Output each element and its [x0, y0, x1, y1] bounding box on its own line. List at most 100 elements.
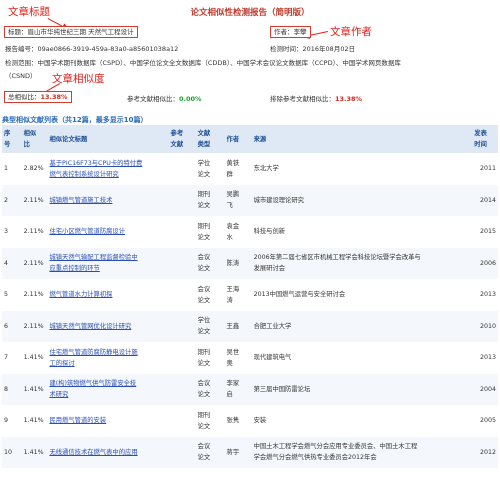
- row-year: 2011: [479, 165, 496, 173]
- row-number: 3: [4, 228, 9, 236]
- row-year: 2013: [479, 291, 496, 299]
- row-title[interactable]: 基于PIC16F73与CPU卡的特付费 燃气表控制系统设计研究: [47, 153, 168, 185]
- row-year: 2004: [479, 385, 496, 393]
- row-type: 期刊 论文: [197, 411, 211, 430]
- table-row: 6 2.11% 城镇天然气管网优化设计研究 学位 论文 王鑫 合肥工业大学 2010: [2, 310, 498, 343]
- similar-title-link[interactable]: 燃气表控制系统设计研究: [49, 171, 118, 178]
- row-title[interactable]: 建(构)筑物燃气供气防雷安全技 术研究: [47, 374, 168, 406]
- row-similarity: 2.82%: [23, 165, 44, 173]
- row-title[interactable]: 住宅燃气管道防腐防静电设计施 工的探讨: [47, 342, 168, 374]
- row-similarity: 2.11%: [23, 196, 44, 204]
- row-author: 王鑫: [226, 322, 240, 330]
- row-title[interactable]: 城镇燃气管道施工技术: [47, 185, 168, 217]
- col-title-header: 相似论文标题: [47, 125, 169, 153]
- similar-title-link[interactable]: 住宅燃气管道防腐防静电设计施: [49, 349, 137, 356]
- table-row: 5 2.11% 燃气管道水力计算初探 会议 论文 王海涛 2013中国燃气运营与安全研讨会 2…: [2, 279, 498, 311]
- row-reference: [169, 311, 196, 343]
- row-reference: [169, 216, 196, 248]
- row-author: 李家启: [226, 380, 240, 399]
- row-source: 中国土木工程学会燃气分会应用专业委员会、中国土木工程 学会燃气分会燃气供热专业委员…: [253, 443, 418, 462]
- similar-title-link[interactable]: 住宅小区燃气管道防腐设计: [49, 228, 125, 235]
- row-source: 合肥工业大学: [253, 322, 292, 330]
- row-title[interactable]: 无线通信技术在燃气表中的应用: [47, 437, 168, 469]
- row-reference: [169, 374, 196, 406]
- row-reference: [169, 437, 196, 469]
- row-source: 东北大学: [253, 165, 279, 173]
- row-source: 科技与创新: [253, 228, 286, 236]
- similar-list-title: 典型相似文献列表（共12篇，最多显示10篇）: [2, 116, 148, 124]
- row-similarity: 2.11%: [23, 291, 44, 299]
- row-year: 2014: [479, 196, 496, 204]
- row-source: 现代建筑电气: [253, 354, 292, 362]
- row-title[interactable]: 城镇天然气输配工程监督检验中 应重点控制的环节: [47, 248, 168, 280]
- similarity-report: 论文相似性检测报告（简明版） 文章标题 文章作者 文章相似度 标题：眉山市华纯世…: [0, 0, 500, 485]
- check-scope-line1: 检测范围：中国学术期刊数据库（CSPD）、中国学位论文全文数据库（CDDB）、中…: [5, 59, 401, 67]
- row-number: 7: [4, 354, 9, 362]
- row-year: 2006: [479, 259, 496, 267]
- row-source: 城市建设理论研究: [253, 196, 304, 204]
- similar-title-link[interactable]: 民用燃气管道的安装: [49, 417, 106, 424]
- row-number: 1: [4, 165, 9, 173]
- similar-title-link[interactable]: 城镇燃气管道施工技术: [49, 197, 112, 204]
- row-type: 会议 论文: [197, 254, 211, 273]
- row-author: 陈涛: [226, 259, 240, 267]
- row-title[interactable]: 民用燃气管道的安装: [47, 405, 168, 437]
- row-type: 学位 论文: [197, 159, 211, 178]
- row-number: 2: [4, 196, 9, 204]
- row-type: 期刊 论文: [197, 191, 211, 210]
- row-similarity: 1.41%: [23, 448, 44, 456]
- row-year: 2013: [479, 354, 496, 362]
- row-similarity: 1.41%: [23, 385, 44, 393]
- row-source: 2013中国燃气运营与安全研讨会: [253, 291, 346, 299]
- row-author: 吴鹏飞: [226, 191, 240, 210]
- table-row: 9 1.41% 民用燃气管道的安装 期刊 论文 张隽 安装 2005: [2, 405, 498, 437]
- row-number: 10: [4, 448, 13, 456]
- similar-title-link[interactable]: 无线通信技术在燃气表中的应用: [49, 449, 137, 456]
- row-author: 张隽: [226, 417, 240, 425]
- similar-title-link[interactable]: 建(构)筑物燃气供气防雷安全技: [49, 380, 136, 387]
- similar-title-link[interactable]: 术研究: [49, 391, 68, 398]
- row-reference: [169, 342, 196, 374]
- similar-title-link[interactable]: 工的探讨: [49, 360, 74, 367]
- row-source: 第三届中国防雷论坛: [253, 385, 311, 393]
- row-title[interactable]: 城镇天然气管网优化设计研究: [47, 311, 168, 343]
- row-type: 期刊 论文: [197, 348, 211, 367]
- similar-title-link[interactable]: 应重点控制的环节: [49, 265, 99, 272]
- col-author-header: 作者: [224, 125, 252, 153]
- row-reference: [169, 279, 196, 311]
- similar-title-link[interactable]: 燃气管道水力计算初探: [49, 291, 112, 298]
- report-title: 论文相似性检测报告（简明版）: [190, 8, 310, 18]
- annotation-author-label: 文章作者: [330, 26, 372, 38]
- row-type: 会议 论文: [197, 443, 211, 462]
- total-similarity: 总相似比：13.38%: [4, 91, 72, 103]
- table-row: 10 1.41% 无线通信技术在燃气表中的应用 会议 论文 蒋宇 中国土木工程学会燃气分会应…: [2, 436, 498, 469]
- row-title[interactable]: 燃气管道水力计算初探: [47, 279, 168, 311]
- check-time: 检测时间：2016年08月02日: [270, 45, 356, 53]
- table-row: 7 1.41% 住宅燃气管道防腐防静电设计施 工的探讨 期刊 论文 吴世奥现代建筑电气 201…: [2, 342, 498, 374]
- col-source-header: 来源: [251, 125, 473, 153]
- row-author: 王海涛: [226, 285, 240, 304]
- row-title[interactable]: 住宅小区燃气管道防腐设计: [47, 216, 168, 248]
- row-reference: [169, 248, 196, 280]
- row-similarity: 2.11%: [23, 228, 44, 236]
- title-field: 标题：眉山市华纯世纪三期 天然气工程设计: [4, 26, 138, 38]
- col-year-header: 发表 时间: [472, 125, 498, 153]
- row-number: 5: [4, 291, 9, 299]
- similar-title-link[interactable]: 城镇天然气管网优化设计研究: [49, 323, 131, 330]
- similar-title-link[interactable]: 城镇天然气输配工程监督检验中: [49, 254, 137, 261]
- annotation-title-label: 文章标题: [8, 6, 50, 18]
- excluded-similarity: 排除参考文献相似比：13.38%: [270, 93, 362, 103]
- row-type: 期刊 论文: [197, 222, 211, 241]
- row-source: 安装: [253, 417, 267, 425]
- row-type: 会议 论文: [197, 285, 211, 304]
- row-reference: [169, 185, 196, 217]
- report-number: 报告编号：09ae0866-3919-459a-83a0-a85601038a1…: [5, 45, 179, 53]
- table-row: 2 2.11% 城镇燃气管道施工技术 期刊 论文 吴鹏飞 城市建设理论研究 2014: [2, 184, 498, 217]
- row-similarity: 1.41%: [23, 417, 44, 425]
- row-number: 4: [4, 259, 9, 267]
- row-year: 2012: [479, 448, 496, 456]
- table-row: 1 2.82% 基于PIC16F73与CPU卡的特付费 燃气表控制系统设计研究 学位 论文…: [2, 153, 498, 185]
- col-similarity-header: 相似比: [21, 125, 48, 153]
- row-reference: [169, 153, 196, 185]
- similar-title-link[interactable]: 基于PIC16F73与CPU卡的特付费: [49, 160, 142, 167]
